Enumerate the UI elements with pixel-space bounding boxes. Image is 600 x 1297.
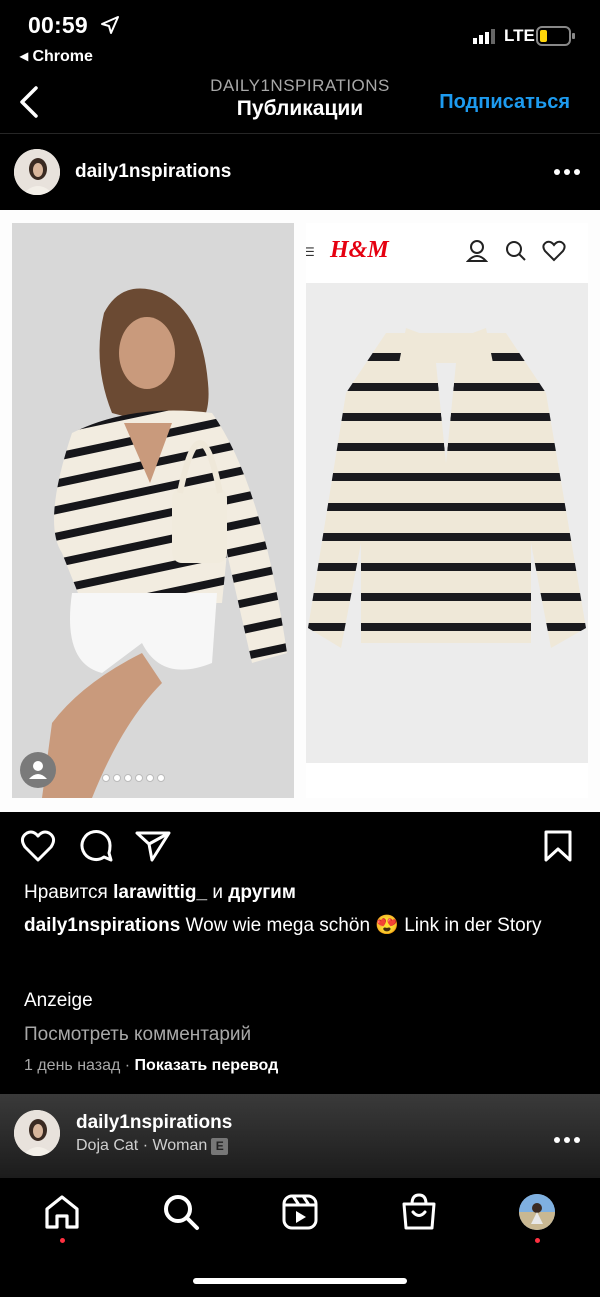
share-send-icon[interactable] xyxy=(134,829,172,863)
likes-summary[interactable]: Нравится larawittig_ и другим xyxy=(24,882,296,904)
home-icon[interactable] xyxy=(42,1192,82,1232)
post-image[interactable]: ☰ H&M xyxy=(0,210,600,812)
meta-separator: · xyxy=(120,1057,135,1074)
caption-text: Wow wie mega schön 😍 Link in der Story xyxy=(180,915,542,936)
post-username[interactable]: daily1nspirations xyxy=(75,161,231,183)
location-arrow-icon xyxy=(101,16,119,34)
view-comments-link[interactable]: Посмотреть комментарий xyxy=(24,1024,251,1046)
brand-header: ☰ H&M xyxy=(306,223,588,283)
post-caption: daily1nspirations Wow wie mega schön 😍 L… xyxy=(24,914,584,937)
music-title: Doja Cat · Woman xyxy=(76,1137,208,1154)
sponsored-label[interactable]: Anzeige xyxy=(24,990,93,1012)
status-time: 00:59 xyxy=(28,12,88,38)
avatar[interactable] xyxy=(14,1110,60,1156)
menu-icon: ☰ xyxy=(306,245,315,259)
user-tag-icon[interactable] xyxy=(20,752,56,788)
home-indicator[interactable] xyxy=(193,1278,407,1284)
music-info[interactable]: Doja Cat · Woman E xyxy=(76,1137,229,1155)
follow-button[interactable]: Подписаться xyxy=(439,91,570,114)
next-post-username[interactable]: daily1nspirations xyxy=(76,1112,232,1134)
like-heart-icon[interactable] xyxy=(20,829,56,863)
more-options-icon[interactable] xyxy=(552,160,582,184)
likes-others[interactable]: другим xyxy=(228,882,296,903)
explicit-badge: E xyxy=(211,1138,229,1155)
reels-icon[interactable] xyxy=(280,1192,320,1232)
network-type: LTE xyxy=(504,26,535,45)
post-timestamp: 1 день назад xyxy=(24,1057,121,1074)
profile-notification-dot xyxy=(535,1238,540,1243)
heart-icon xyxy=(542,240,566,262)
carousel-indicator xyxy=(102,774,165,782)
next-post-header[interactable]: daily1nspirations Doja Cat · Woman E xyxy=(0,1094,600,1178)
likes-middle: и xyxy=(207,882,229,903)
more-options-icon[interactable] xyxy=(552,1128,582,1152)
shop-icon[interactable] xyxy=(399,1192,439,1232)
caption-username[interactable]: daily1nspirations xyxy=(24,915,180,936)
battery-icon xyxy=(536,26,575,46)
model-photo xyxy=(12,223,294,798)
avatar[interactable] xyxy=(14,149,60,195)
likes-user[interactable]: larawittig_ xyxy=(113,882,207,903)
header-divider xyxy=(0,133,600,134)
bottom-nav xyxy=(0,1178,600,1297)
account-icon xyxy=(466,240,488,262)
search-icon[interactable] xyxy=(161,1192,201,1232)
signal-icon xyxy=(473,29,495,44)
post-meta: 1 день назад · Показать перевод xyxy=(24,1057,278,1075)
bookmark-icon[interactable] xyxy=(543,829,573,863)
home-notification-dot xyxy=(60,1238,65,1243)
brand-logo: H&M xyxy=(330,237,389,263)
profile-avatar[interactable] xyxy=(519,1194,555,1230)
product-footer xyxy=(306,763,588,798)
show-translation-link[interactable]: Показать перевод xyxy=(135,1057,279,1074)
product-image-area xyxy=(306,283,588,763)
search-icon xyxy=(506,241,526,261)
comment-icon[interactable] xyxy=(78,829,114,863)
likes-prefix: Нравится xyxy=(24,882,114,903)
product-screenshot: ☰ H&M xyxy=(306,223,588,798)
back-to-chrome-link[interactable]: ◂ Chrome xyxy=(20,46,93,66)
